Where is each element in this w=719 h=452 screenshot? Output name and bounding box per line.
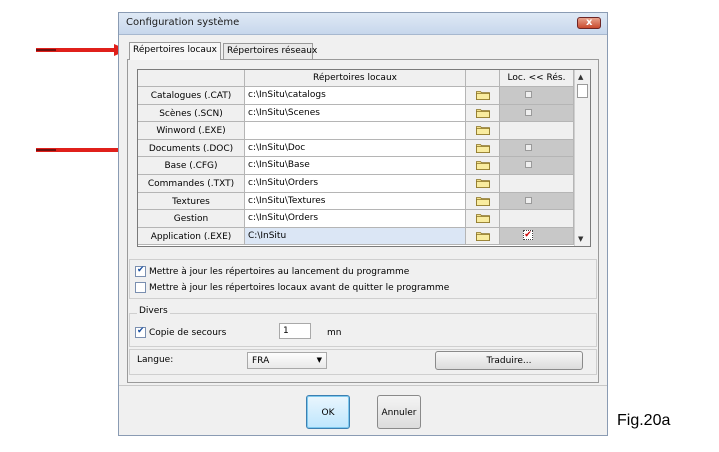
local-priority-cell[interactable] <box>500 139 574 158</box>
path-cell[interactable] <box>245 122 466 140</box>
backup-label: Copie de secours <box>149 328 227 338</box>
local-priority-checkbox[interactable] <box>525 108 532 116</box>
divers-group-label: Divers <box>137 306 170 316</box>
close-icon: x <box>586 17 593 28</box>
folder-icon <box>476 231 490 241</box>
folder-icon <box>476 126 490 136</box>
cancel-button[interactable]: Annuler <box>377 395 421 429</box>
folder-icon <box>476 143 490 153</box>
row-label: Gestion <box>138 210 245 228</box>
browse-folder-button[interactable] <box>466 122 500 140</box>
browse-folder-button[interactable] <box>466 87 500 105</box>
local-priority-checkbox[interactable] <box>525 91 532 98</box>
tab-network-directories[interactable]: Répertoires réseaux <box>223 43 317 59</box>
local-priority-checkbox[interactable] <box>525 196 532 204</box>
figure-label: Fig.20a <box>617 412 671 429</box>
backup-interval-input[interactable]: 1 <box>279 323 311 339</box>
checkmark-icon: ✔ <box>137 265 145 275</box>
update-on-quit-checkbox[interactable] <box>135 282 146 293</box>
row-label: Base (.CFG) <box>138 157 245 175</box>
path-cell[interactable]: c:\InSitu\Orders <box>245 175 466 193</box>
update-on-quit-label: Mettre à jour les répertoires locaux ava… <box>149 283 450 293</box>
path-cell[interactable]: c:\InSitu\catalogs <box>245 87 466 105</box>
browse-folder-button[interactable] <box>466 139 500 158</box>
scroll-up-icon[interactable]: ▲ <box>578 73 583 81</box>
row-label: Textures <box>138 192 245 211</box>
browse-folder-button[interactable] <box>466 104 500 123</box>
row-label: Scènes (.SCN) <box>138 104 245 123</box>
checkmark-icon: ✔ <box>137 326 145 336</box>
path-cell[interactable]: c:\InSitu\Textures <box>245 192 466 211</box>
column-header <box>466 70 500 87</box>
local-priority-cell[interactable] <box>500 104 574 123</box>
local-priority-cell <box>500 210 574 228</box>
folder-icon <box>476 91 490 100</box>
browse-folder-button[interactable] <box>466 227 500 246</box>
backup-unit-label: mn <box>327 328 342 338</box>
local-priority-checkbox-checked[interactable]: ✔ <box>523 229 533 240</box>
local-priority-cell[interactable] <box>500 157 574 175</box>
browse-folder-button[interactable] <box>466 157 500 175</box>
language-select[interactable]: FRA ▼ <box>247 352 327 369</box>
translate-button[interactable]: Traduire... <box>435 351 583 370</box>
row-label: Application (.EXE) <box>138 227 245 246</box>
column-header: Répertoires locaux <box>245 70 466 87</box>
folder-icon <box>476 214 490 224</box>
language-value: FRA <box>252 356 270 366</box>
grid-scrollbar[interactable]: ▲ ▼ <box>574 70 590 246</box>
title-bar: Configuration système x <box>119 13 607 35</box>
browse-folder-button[interactable] <box>466 210 500 228</box>
browse-folder-button[interactable] <box>466 192 500 211</box>
update-on-start-checkbox[interactable]: ✔ <box>135 265 146 277</box>
local-priority-cell[interactable]: ✔ <box>500 227 574 246</box>
row-label: Documents (.DOC) <box>138 139 245 158</box>
local-priority-cell <box>500 175 574 193</box>
window-title: Configuration système <box>126 17 240 28</box>
folder-icon <box>476 196 490 206</box>
directories-grid: Répertoires locaux Loc. << Rés. Catalogues… <box>137 69 591 247</box>
scrollbar-thumb[interactable] <box>577 84 588 98</box>
local-priority-cell[interactable] <box>500 192 574 211</box>
language-label: Langue: <box>137 355 174 365</box>
chevron-down-icon: ▼ <box>316 356 322 364</box>
local-priority-cell[interactable] <box>500 87 574 105</box>
path-cell[interactable]: c:\InSitu\Base <box>245 157 466 175</box>
local-priority-cell <box>500 122 574 140</box>
folder-icon <box>476 161 490 171</box>
footer-divider <box>119 385 607 386</box>
backup-checkbox[interactable]: ✔ <box>135 326 146 338</box>
browse-folder-button[interactable] <box>466 175 500 193</box>
update-options-group <box>129 259 597 299</box>
configuration-dialog: Configuration système x Répertoires loca… <box>118 12 608 436</box>
path-cell[interactable]: c:\InSitu\Doc <box>245 139 466 158</box>
folder-icon <box>476 108 490 118</box>
path-cell[interactable]: c:\InSitu\Scenes <box>245 104 466 123</box>
path-cell[interactable]: c:\InSitu\Orders <box>245 210 466 228</box>
ok-button[interactable]: OK <box>306 395 350 429</box>
column-header <box>138 70 245 87</box>
column-header: Loc. << Rés. <box>500 70 574 87</box>
scroll-down-icon[interactable]: ▼ <box>578 235 583 243</box>
local-priority-checkbox[interactable] <box>525 143 532 151</box>
update-on-start-label: Mettre à jour les répertoires au lanceme… <box>149 267 410 277</box>
folder-icon <box>476 179 490 188</box>
tab-local-directories[interactable]: Répertoires locaux <box>129 42 221 60</box>
close-button[interactable]: x <box>577 17 601 29</box>
row-label: Winword (.EXE) <box>138 122 245 140</box>
row-label: Catalogues (.CAT) <box>138 87 245 105</box>
path-cell[interactable]: C:\InSitu <box>245 227 466 246</box>
local-priority-checkbox[interactable] <box>525 161 532 169</box>
row-label: Commandes (.TXT) <box>138 175 245 193</box>
